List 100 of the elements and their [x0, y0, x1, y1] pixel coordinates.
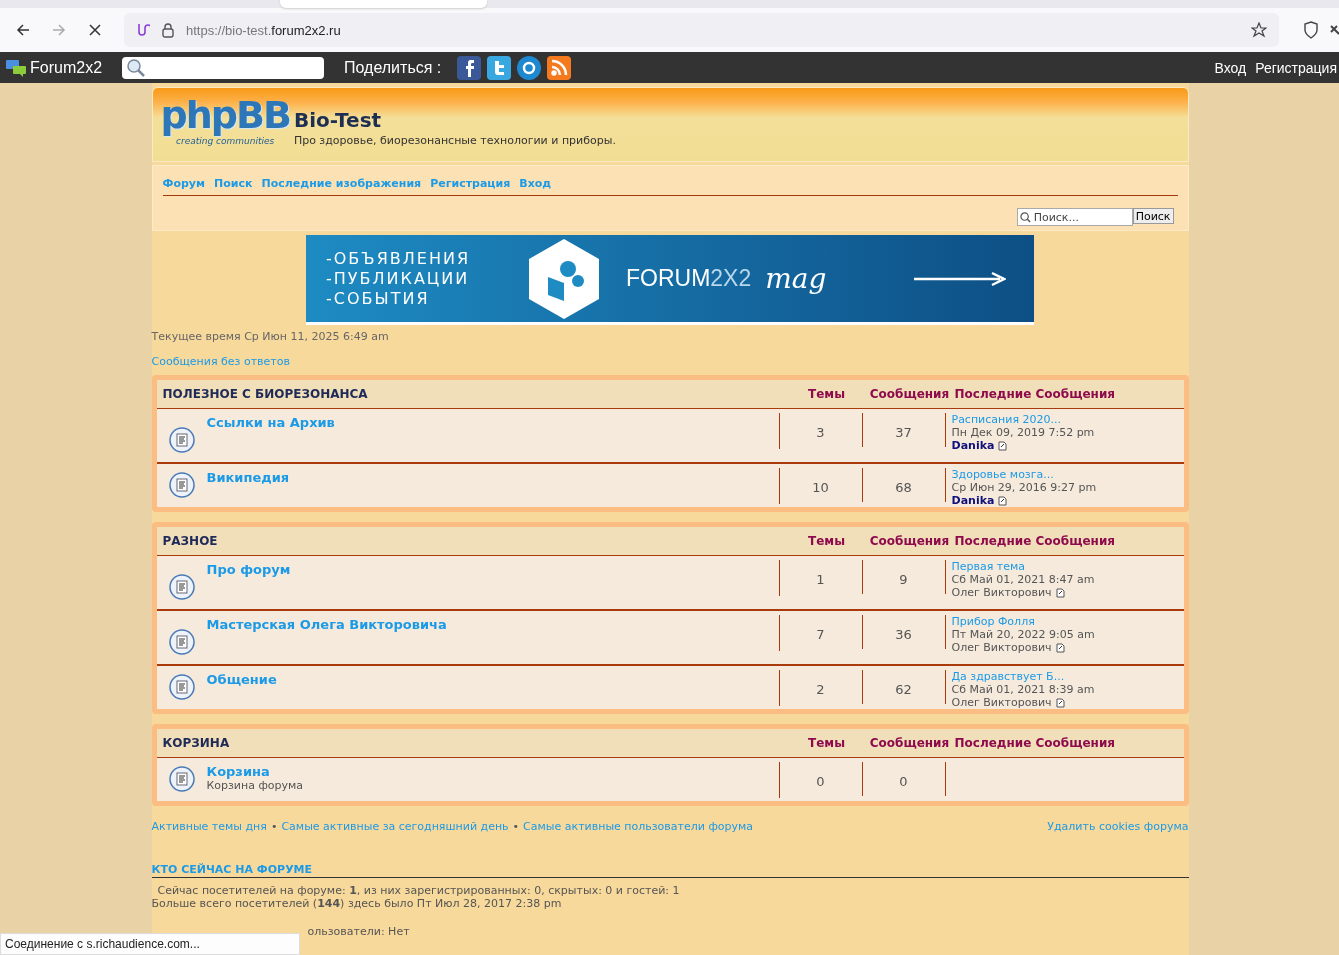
last-post-date: Сб Май 01, 2021 8:39 am: [951, 683, 1096, 696]
column-header: Сообщения: [868, 387, 951, 401]
hexagon-logo-icon: [526, 236, 602, 321]
post-author[interactable]: Danika: [951, 439, 995, 452]
topic-count: 10: [779, 468, 863, 502]
last-post-link[interactable]: Прибор Фолля: [951, 615, 1184, 628]
logo-subtext: creating communities: [176, 136, 275, 146]
banner-line: -ОБЪЯВЛЕНИЯ: [326, 248, 471, 269]
post-count: 9: [862, 560, 946, 594]
banner-script: mag: [765, 262, 827, 295]
go-to-post-icon[interactable]: [998, 495, 1008, 506]
address-bar[interactable]: https://bio-test.forum2x2.ru: [124, 13, 1279, 47]
go-to-post-icon[interactable]: [1055, 697, 1065, 708]
search-icon: [1019, 211, 1031, 223]
status-bar: Соединение с s.richaudience.com...: [0, 933, 300, 955]
separator: •: [512, 820, 520, 833]
site-title: Bio-Test: [293, 108, 383, 132]
last-post-date: Сб Май 01, 2021 8:47 am: [951, 573, 1096, 586]
star-icon[interactable]: [1251, 22, 1267, 38]
forum-icon: [167, 471, 196, 499]
last-post-link[interactable]: Да здравствует Б...: [951, 670, 1184, 683]
column-header: Последние Сообщения: [953, 534, 1117, 548]
forum-name[interactable]: Мастерская Олега Викторовича: [206, 617, 779, 632]
search-field[interactable]: Поиск...: [1016, 208, 1133, 226]
category-title[interactable]: РАЗНОЕ: [156, 534, 786, 548]
facebook-icon[interactable]: [457, 55, 482, 80]
forum-icon: [167, 628, 196, 656]
chat-bubbles-icon: [6, 58, 26, 77]
banner-brand: FORUM2X2: [626, 265, 752, 292]
share-label: Поделиться :: [344, 58, 442, 77]
nav-link[interactable]: Вход: [519, 177, 552, 190]
unanswered-link[interactable]: Сообщения без ответов: [151, 355, 290, 368]
go-to-post-icon[interactable]: [998, 440, 1008, 451]
forum-name[interactable]: Википедия: [206, 470, 779, 485]
column-header: Сообщения: [868, 534, 951, 548]
forum-icon: [167, 673, 196, 701]
forum-name[interactable]: Общение: [206, 672, 779, 687]
forum-icon: [167, 426, 196, 454]
nav-link[interactable]: Регистрация: [430, 177, 511, 190]
nav-link[interactable]: Форум: [162, 177, 205, 190]
forum-name[interactable]: Ссылки на Архив: [206, 415, 779, 430]
topic-count: 3: [779, 413, 863, 447]
post-count: 37: [862, 413, 946, 447]
topic-count: 1: [779, 560, 863, 594]
forum-description: Корзина форума: [206, 779, 305, 792]
go-to-post-icon[interactable]: [1055, 642, 1065, 653]
last-post-date: Ср Июн 29, 2016 9:27 pm: [951, 481, 1098, 494]
topic-count: 2: [779, 670, 863, 704]
ad-banner[interactable]: -ОБЪЯВЛЕНИЯ -ПУБЛИКАЦИИ -СОБЫТИЯ FORUM2X2 mag: [306, 235, 1034, 325]
post-author[interactable]: Олег Викторович: [951, 696, 1052, 709]
topic-count: 0: [779, 762, 863, 796]
forum-name[interactable]: Про форум: [206, 562, 779, 577]
post-count: 68: [862, 468, 946, 502]
post-author[interactable]: Danika: [951, 494, 995, 507]
online-stats-text: Больше всего посетителей (144) здесь было Пт Июл 28, 2017 2:38 pm: [151, 897, 563, 910]
footer-link[interactable]: Активные темы дня: [151, 820, 267, 833]
brand-name[interactable]: Forum2x2: [30, 58, 103, 77]
post-author[interactable]: Олег Викторович: [951, 641, 1052, 654]
forum-name[interactable]: Корзина: [206, 764, 779, 779]
section-title[interactable]: КТО СЕЙЧАС НА ФОРУМЕ: [151, 863, 1189, 878]
column-header: Темы: [807, 736, 846, 750]
go-to-post-icon[interactable]: [1055, 587, 1065, 598]
search-icon: [126, 57, 147, 78]
online-users-text: ользователи: Нет: [307, 925, 411, 938]
column-header: Последние Сообщения: [953, 736, 1117, 750]
last-post-date: Пт Май 20, 2022 9:05 am: [951, 628, 1096, 641]
rss-icon[interactable]: [547, 55, 572, 80]
category-title[interactable]: КОРЗИНА: [156, 736, 786, 750]
arrow-icon: [914, 270, 1006, 287]
current-time: Текущее время Ср Июн 11, 2025 6:49 am: [151, 330, 390, 343]
post-count: 0: [862, 762, 946, 796]
route-icon: [136, 22, 150, 38]
post-count: 62: [862, 670, 946, 704]
last-post-link[interactable]: Расписания 2020...: [951, 413, 1184, 426]
back-icon[interactable]: [15, 22, 31, 38]
shield-icon[interactable]: [1303, 21, 1319, 39]
column-header: Темы: [807, 534, 846, 548]
search-button[interactable]: Поиск: [1132, 208, 1174, 224]
search-field[interactable]: [122, 56, 325, 79]
delete-cookies-link[interactable]: Удалить cookies форума: [1047, 820, 1189, 833]
column-header: Сообщения: [868, 736, 951, 750]
logo-text[interactable]: phpBB: [160, 96, 290, 134]
last-post-link[interactable]: Первая тема: [951, 560, 1184, 573]
footer-link[interactable]: Самые активные за сегодняшний день: [281, 820, 509, 833]
online-stats-text: Сейчас посетителей на форуме: 1, из них зарегистрированных: 0, скрытых: 0 и гостей: 1: [156, 884, 681, 897]
toolbar-link[interactable]: Вход: [1214, 59, 1247, 76]
last-post-link[interactable]: Здоровье мозга...: [951, 468, 1184, 481]
column-header: Последние Сообщения: [953, 387, 1117, 401]
footer-link[interactable]: Самые активные пользователи форума: [523, 820, 754, 833]
close-icon[interactable]: [88, 23, 102, 37]
forum-icon: [167, 573, 196, 601]
column-header: Темы: [807, 387, 846, 401]
category-title[interactable]: ПОЛЕЗНОЕ С БИОРЕЗОНАНСА: [156, 387, 786, 401]
topic-count: 7: [779, 615, 863, 649]
twitter-icon[interactable]: [487, 55, 512, 80]
separator: •: [270, 820, 278, 833]
toolbar-link[interactable]: Регистрация: [1255, 59, 1337, 76]
nav-link[interactable]: Последние изображения: [261, 177, 422, 190]
nav-link[interactable]: Поиск: [214, 177, 253, 190]
post-author[interactable]: Олег Викторович: [951, 586, 1052, 599]
